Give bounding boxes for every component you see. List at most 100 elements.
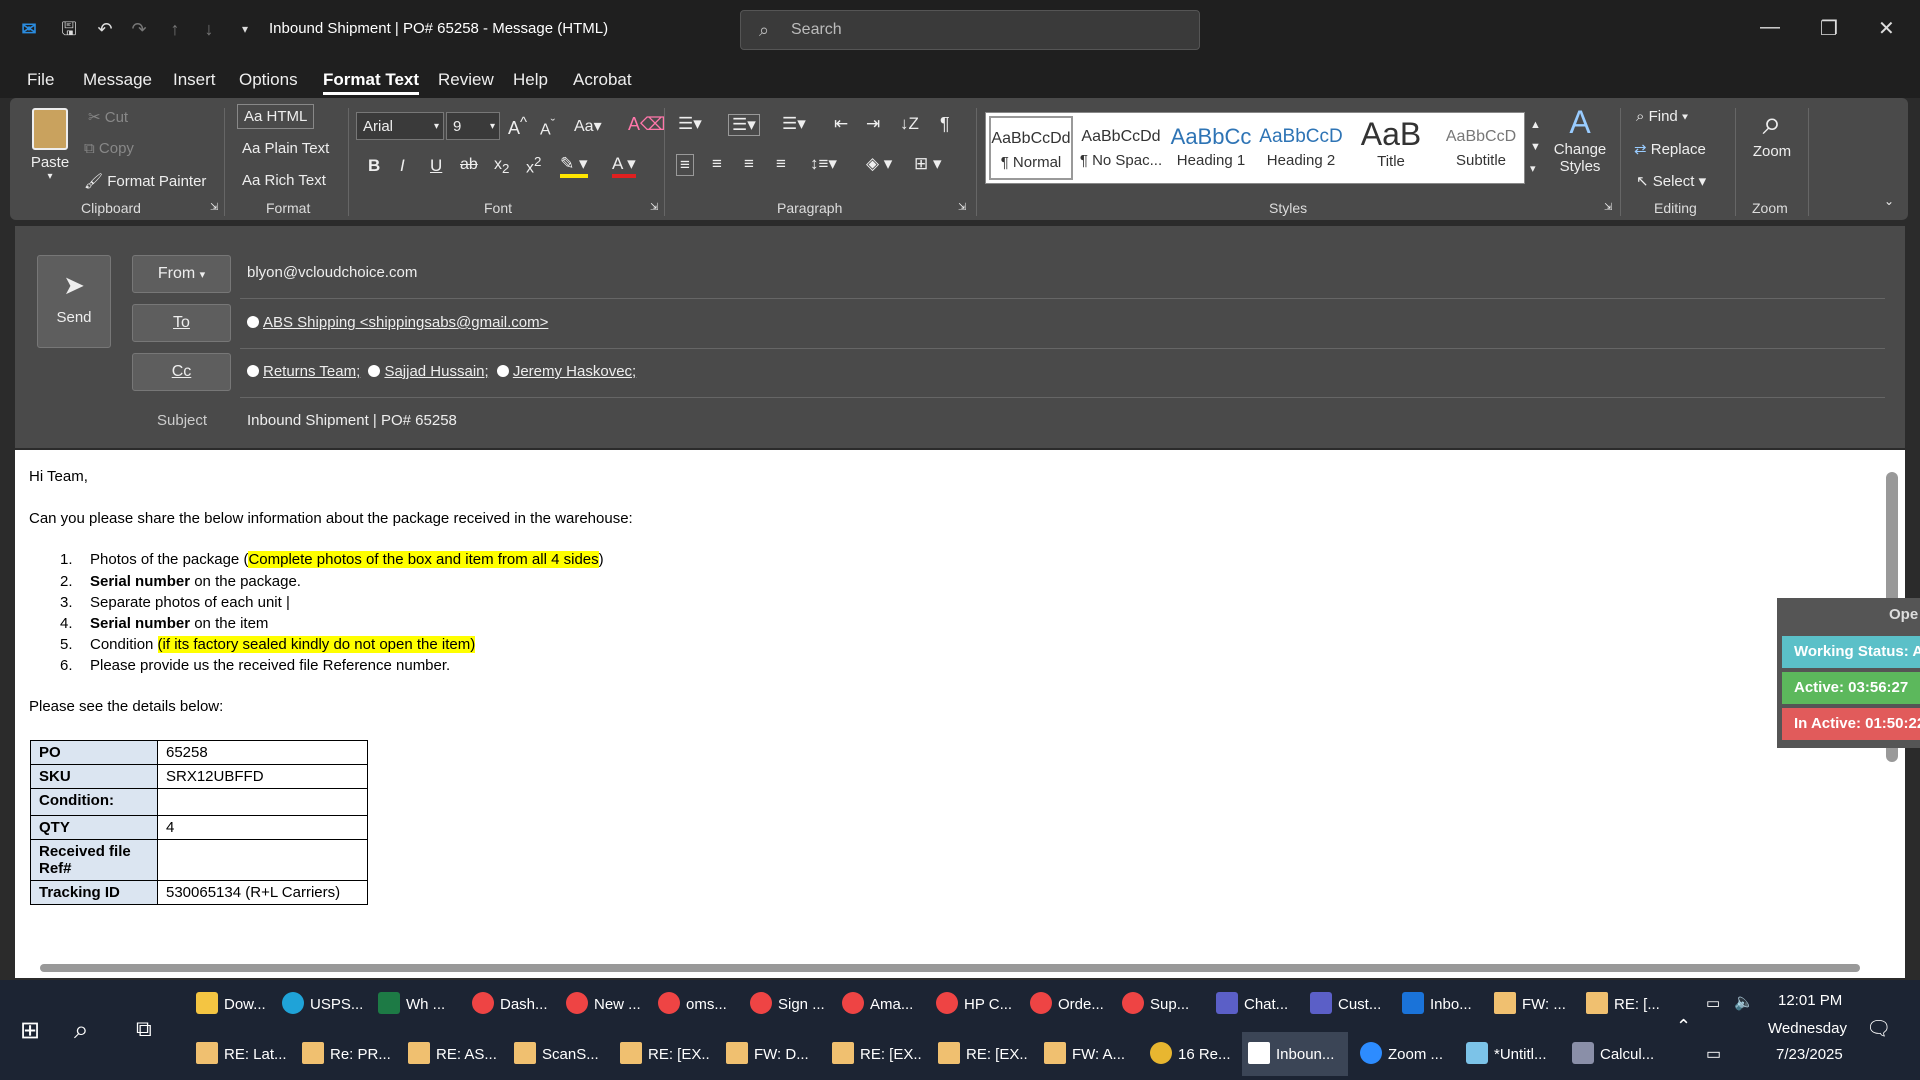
taskbar-item[interactable]: Dash... xyxy=(466,982,554,1026)
align-center-icon[interactable]: ≡ xyxy=(712,154,722,174)
menu-message[interactable]: Message xyxy=(83,70,152,90)
menu-review[interactable]: Review xyxy=(438,70,494,90)
menu-format-text[interactable]: Format Text xyxy=(323,70,420,95)
change-styles-button[interactable]: A Change Styles xyxy=(1550,104,1610,175)
subject-input[interactable]: Inbound Shipment | PO# 65258 xyxy=(247,412,457,429)
taskbar-item-active[interactable]: Inboun... xyxy=(1242,1032,1348,1076)
working-status[interactable]: Working Status: A xyxy=(1782,636,1920,668)
taskbar-item[interactable]: 16 Re... xyxy=(1144,1032,1240,1076)
taskbar-item[interactable]: ScanS... xyxy=(508,1032,604,1076)
copy-button[interactable]: ⧉ Copy xyxy=(84,140,134,157)
dialog-launcher-icon[interactable]: ⇲ xyxy=(650,202,658,213)
volume-icon[interactable]: 🔈 xyxy=(1734,992,1754,1012)
search-icon[interactable]: ⌕ xyxy=(74,1014,89,1046)
decrease-indent-icon[interactable]: ⇤ xyxy=(834,114,848,134)
close-icon[interactable]: ✕ xyxy=(1878,16,1895,41)
taskbar-item[interactable]: RE: Lat... xyxy=(190,1032,286,1076)
bold-icon[interactable]: B xyxy=(368,156,380,176)
recipient-returns-team[interactable]: Returns Team; xyxy=(263,363,360,380)
menu-file[interactable]: File xyxy=(27,70,54,90)
style-heading-2[interactable]: AaBbCcD Heading 2 xyxy=(1259,116,1343,180)
menu-help[interactable]: Help xyxy=(513,70,548,90)
taskbar-item[interactable]: Wh ... xyxy=(372,982,460,1026)
justify-icon[interactable]: ≡ xyxy=(776,154,786,174)
taskbar-item[interactable]: Zoom ... xyxy=(1354,1032,1454,1076)
table-value[interactable]: 4 xyxy=(157,815,368,840)
bullets-icon[interactable]: ☰▾ xyxy=(678,114,702,134)
shading-icon[interactable]: ◈ ▾ xyxy=(866,154,892,174)
taskbar-item[interactable]: RE: AS... xyxy=(402,1032,498,1076)
borders-icon[interactable]: ⊞ ▾ xyxy=(914,154,942,174)
from-button[interactable]: From ▾ xyxy=(132,255,231,293)
select-button[interactable]: ↖ Select ▾ xyxy=(1636,172,1706,190)
align-left-icon[interactable]: ≡ xyxy=(676,154,694,176)
minimize-icon[interactable]: — xyxy=(1760,16,1780,39)
network-icon[interactable]: ▭ xyxy=(1706,1044,1721,1064)
strikethrough-icon[interactable]: ab xyxy=(460,156,478,174)
taskbar-item[interactable]: Cust... xyxy=(1304,982,1392,1026)
clock-date[interactable]: 7/23/2025 xyxy=(1776,1046,1843,1063)
taskbar-item[interactable]: Inbo... xyxy=(1396,982,1484,1026)
font-size-combo[interactable]: 9 ▾ xyxy=(446,112,500,140)
table-value[interactable]: SRX12UBFFD xyxy=(157,764,368,789)
taskbar-item[interactable]: New ... xyxy=(560,982,648,1026)
taskbar-item[interactable]: RE: [EX... xyxy=(826,1032,922,1076)
taskbar-item[interactable]: Calcul... xyxy=(1566,1032,1666,1076)
italic-icon[interactable]: I xyxy=(400,156,405,176)
battery-icon[interactable]: ▭ xyxy=(1706,994,1720,1012)
style-subtitle[interactable]: AaBbCcD Subtitle xyxy=(1439,116,1523,180)
taskbar-item[interactable]: RE: [EX... xyxy=(614,1032,710,1076)
gallery-scroll-icon[interactable]: ▲ ▼ ▾ xyxy=(1530,114,1541,180)
format-painter-button[interactable]: 🖌 Format Painter xyxy=(84,172,206,190)
format-html-button[interactable]: Aa HTML xyxy=(237,104,315,129)
taskbar-item[interactable]: Chat... xyxy=(1210,982,1298,1026)
recipient-abs-shipping[interactable]: ABS Shipping <shippingsabs@gmail.com> xyxy=(263,314,548,331)
clock-time[interactable]: 12:01 PM xyxy=(1778,992,1842,1009)
cc-button[interactable]: Cc xyxy=(132,353,231,391)
scroll-thumb[interactable] xyxy=(40,964,1860,972)
menu-acrobat[interactable]: Acrobat xyxy=(573,70,632,90)
grow-font-icon[interactable]: A^ xyxy=(508,114,527,139)
taskbar-item[interactable]: Sign ... xyxy=(744,982,832,1026)
undo-icon[interactable]: ↶ xyxy=(94,18,116,40)
taskbar-item[interactable]: Ama... xyxy=(836,982,924,1026)
start-icon[interactable]: ⊞ xyxy=(20,1016,40,1045)
highlight-icon[interactable]: ✎ ▾ xyxy=(560,154,588,178)
taskbar-item[interactable]: oms... xyxy=(652,982,740,1026)
line-spacing-icon[interactable]: ↕≡▾ xyxy=(810,154,837,174)
horizontal-scrollbar[interactable] xyxy=(30,960,1880,976)
recipient-sajjad-hussain[interactable]: Sajjad Hussain; xyxy=(384,363,488,380)
clear-formatting-icon[interactable]: A⌫ xyxy=(628,114,665,135)
menu-options[interactable]: Options xyxy=(239,70,298,90)
to-button[interactable]: To xyxy=(132,304,231,342)
replace-button[interactable]: ⇄ Replace xyxy=(1634,140,1706,158)
clock-day[interactable]: Wednesday xyxy=(1768,1020,1847,1037)
dialog-launcher-icon[interactable]: ⇲ xyxy=(210,202,218,213)
recipient-jeremy-haskovec[interactable]: Jeremy Haskovec; xyxy=(513,363,636,380)
style-normal[interactable]: AaBbCcDd ¶ Normal xyxy=(989,116,1073,180)
taskbar-item[interactable]: RE: [EX... xyxy=(932,1032,1028,1076)
redo-icon[interactable]: ↷ xyxy=(128,18,150,40)
dialog-launcher-icon[interactable]: ⇲ xyxy=(958,202,966,213)
up-arrow-icon[interactable]: ↑ xyxy=(164,18,186,40)
align-right-icon[interactable]: ≡ xyxy=(744,154,754,174)
notifications-icon[interactable]: 🗨 xyxy=(1866,1016,1891,1041)
underline-icon[interactable]: U xyxy=(430,156,442,176)
search-input[interactable]: ⌕ Search xyxy=(740,10,1200,50)
taskbar-item[interactable]: FW: A... xyxy=(1038,1032,1134,1076)
table-value[interactable] xyxy=(157,788,368,816)
customize-qat-icon[interactable]: ▾ xyxy=(234,18,256,40)
taskbar-item[interactable]: RE: [... xyxy=(1580,982,1668,1026)
superscript-icon[interactable]: x2 xyxy=(526,154,541,177)
chevron-up-icon[interactable]: ⌃ xyxy=(1676,1016,1691,1037)
numbering-icon[interactable]: ☰▾ xyxy=(728,114,760,136)
taskbar-item[interactable]: Re: PR... xyxy=(296,1032,392,1076)
show-marks-icon[interactable]: ¶ xyxy=(940,114,950,135)
font-color-icon[interactable]: A ▾ xyxy=(612,154,636,178)
shrink-font-icon[interactable]: Aˇ xyxy=(540,116,555,139)
style-heading-1[interactable]: AaBbCc Heading 1 xyxy=(1169,116,1253,180)
taskbar-item[interactable]: Orde... xyxy=(1024,982,1112,1026)
find-button[interactable]: ⌕ Find ▾ xyxy=(1636,108,1688,125)
cut-button[interactable]: ✂ Cut xyxy=(88,108,128,126)
table-value[interactable]: 530065134 (R+L Carriers) xyxy=(157,880,368,905)
